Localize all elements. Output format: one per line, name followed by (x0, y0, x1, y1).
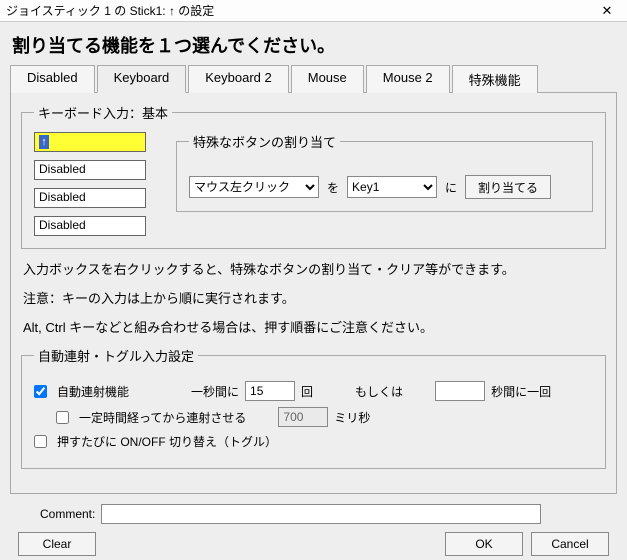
tab-mouse[interactable]: Mouse (291, 65, 364, 93)
tab-special[interactable]: 特殊機能 (452, 65, 538, 93)
cancel-button[interactable]: Cancel (531, 532, 609, 556)
autofire-checkbox[interactable] (34, 385, 47, 398)
comment-input[interactable] (101, 504, 541, 524)
delay-label: 一定時間経ってから連射させる (79, 409, 246, 426)
delay-unit: ミリ秒 (334, 409, 370, 426)
tab-bar: Disabled Keyboard Keyboard 2 Mouse Mouse… (10, 64, 617, 92)
key-input-1[interactable]: ↑ (34, 132, 146, 152)
notes-block: 入力ボックスを右クリックすると、特殊なボタンの割り当て・クリア等ができます。 注… (21, 259, 606, 336)
toggle-label: 押すたびに ON/OFF 切り替え（トグル） (57, 433, 277, 450)
toggle-checkbox[interactable] (34, 435, 47, 448)
persec-input[interactable] (245, 381, 295, 401)
key-input-3[interactable]: Disabled (34, 188, 146, 208)
comment-label: Comment: (40, 507, 95, 521)
tab-keyboard[interactable]: Keyboard (97, 65, 187, 93)
autofire-group: 自動連射・トグル入力設定 自動連射機能 一秒間に 回 もしくは 秒間に一回 一定… (21, 346, 606, 469)
delay-checkbox[interactable] (56, 411, 69, 424)
special-key-select[interactable]: Key1 (347, 176, 437, 198)
delay-input[interactable] (278, 407, 328, 427)
persec-pre: 一秒間に (191, 383, 239, 400)
special-assign-legend: 特殊なボタンの割り当て (189, 132, 340, 151)
key-input-4[interactable]: Disabled (34, 216, 146, 236)
titlebar: ジョイスティック 1 の Stick1: ↑ の設定 ✕ (0, 0, 627, 22)
tab-panel-keyboard: キーボード入力：基本 ↑ Disabled Disabled Disabled … (10, 92, 617, 494)
note-order: 注意：キーの入力は上から順に実行されます。 (23, 288, 604, 307)
autofire-label: 自動連射機能 (57, 383, 129, 400)
label-wo: を (327, 179, 339, 196)
window-title: ジョイスティック 1 の Stick1: ↑ の設定 (6, 2, 214, 19)
or-label: もしくは (355, 383, 403, 400)
note-modifiers: Alt, Ctrl キーなどと組み合わせる場合は、押す順番にご注意ください。 (23, 317, 604, 336)
sec-per-label: 秒間に一回 (491, 383, 551, 400)
special-click-select[interactable]: マウス左クリック (189, 176, 319, 198)
ok-button[interactable]: OK (445, 532, 523, 556)
assign-button[interactable]: 割り当てる (465, 175, 551, 199)
tab-mouse2[interactable]: Mouse 2 (366, 65, 450, 93)
tab-disabled[interactable]: Disabled (10, 65, 95, 93)
autofire-legend: 自動連射・トグル入力設定 (34, 346, 198, 365)
note-rightclick: 入力ボックスを右クリックすると、特殊なボタンの割り当て・クリア等ができます。 (23, 259, 604, 278)
tab-keyboard2[interactable]: Keyboard 2 (188, 65, 289, 93)
keyboard-basic-legend: キーボード入力：基本 (34, 103, 172, 122)
up-arrow-icon: ↑ (39, 135, 49, 149)
label-ni: に (445, 179, 457, 196)
key-input-2[interactable]: Disabled (34, 160, 146, 180)
special-assign-group: 特殊なボタンの割り当て マウス左クリック を Key1 に 割り当てる (176, 132, 593, 212)
close-icon[interactable]: ✕ (593, 2, 621, 20)
persec-post: 回 (301, 383, 313, 400)
sec-per-input[interactable] (435, 381, 485, 401)
clear-button[interactable]: Clear (18, 532, 96, 556)
instruction-text: 割り当てる機能を１つ選んでください。 (12, 32, 617, 58)
keyboard-basic-group: キーボード入力：基本 ↑ Disabled Disabled Disabled … (21, 103, 606, 249)
